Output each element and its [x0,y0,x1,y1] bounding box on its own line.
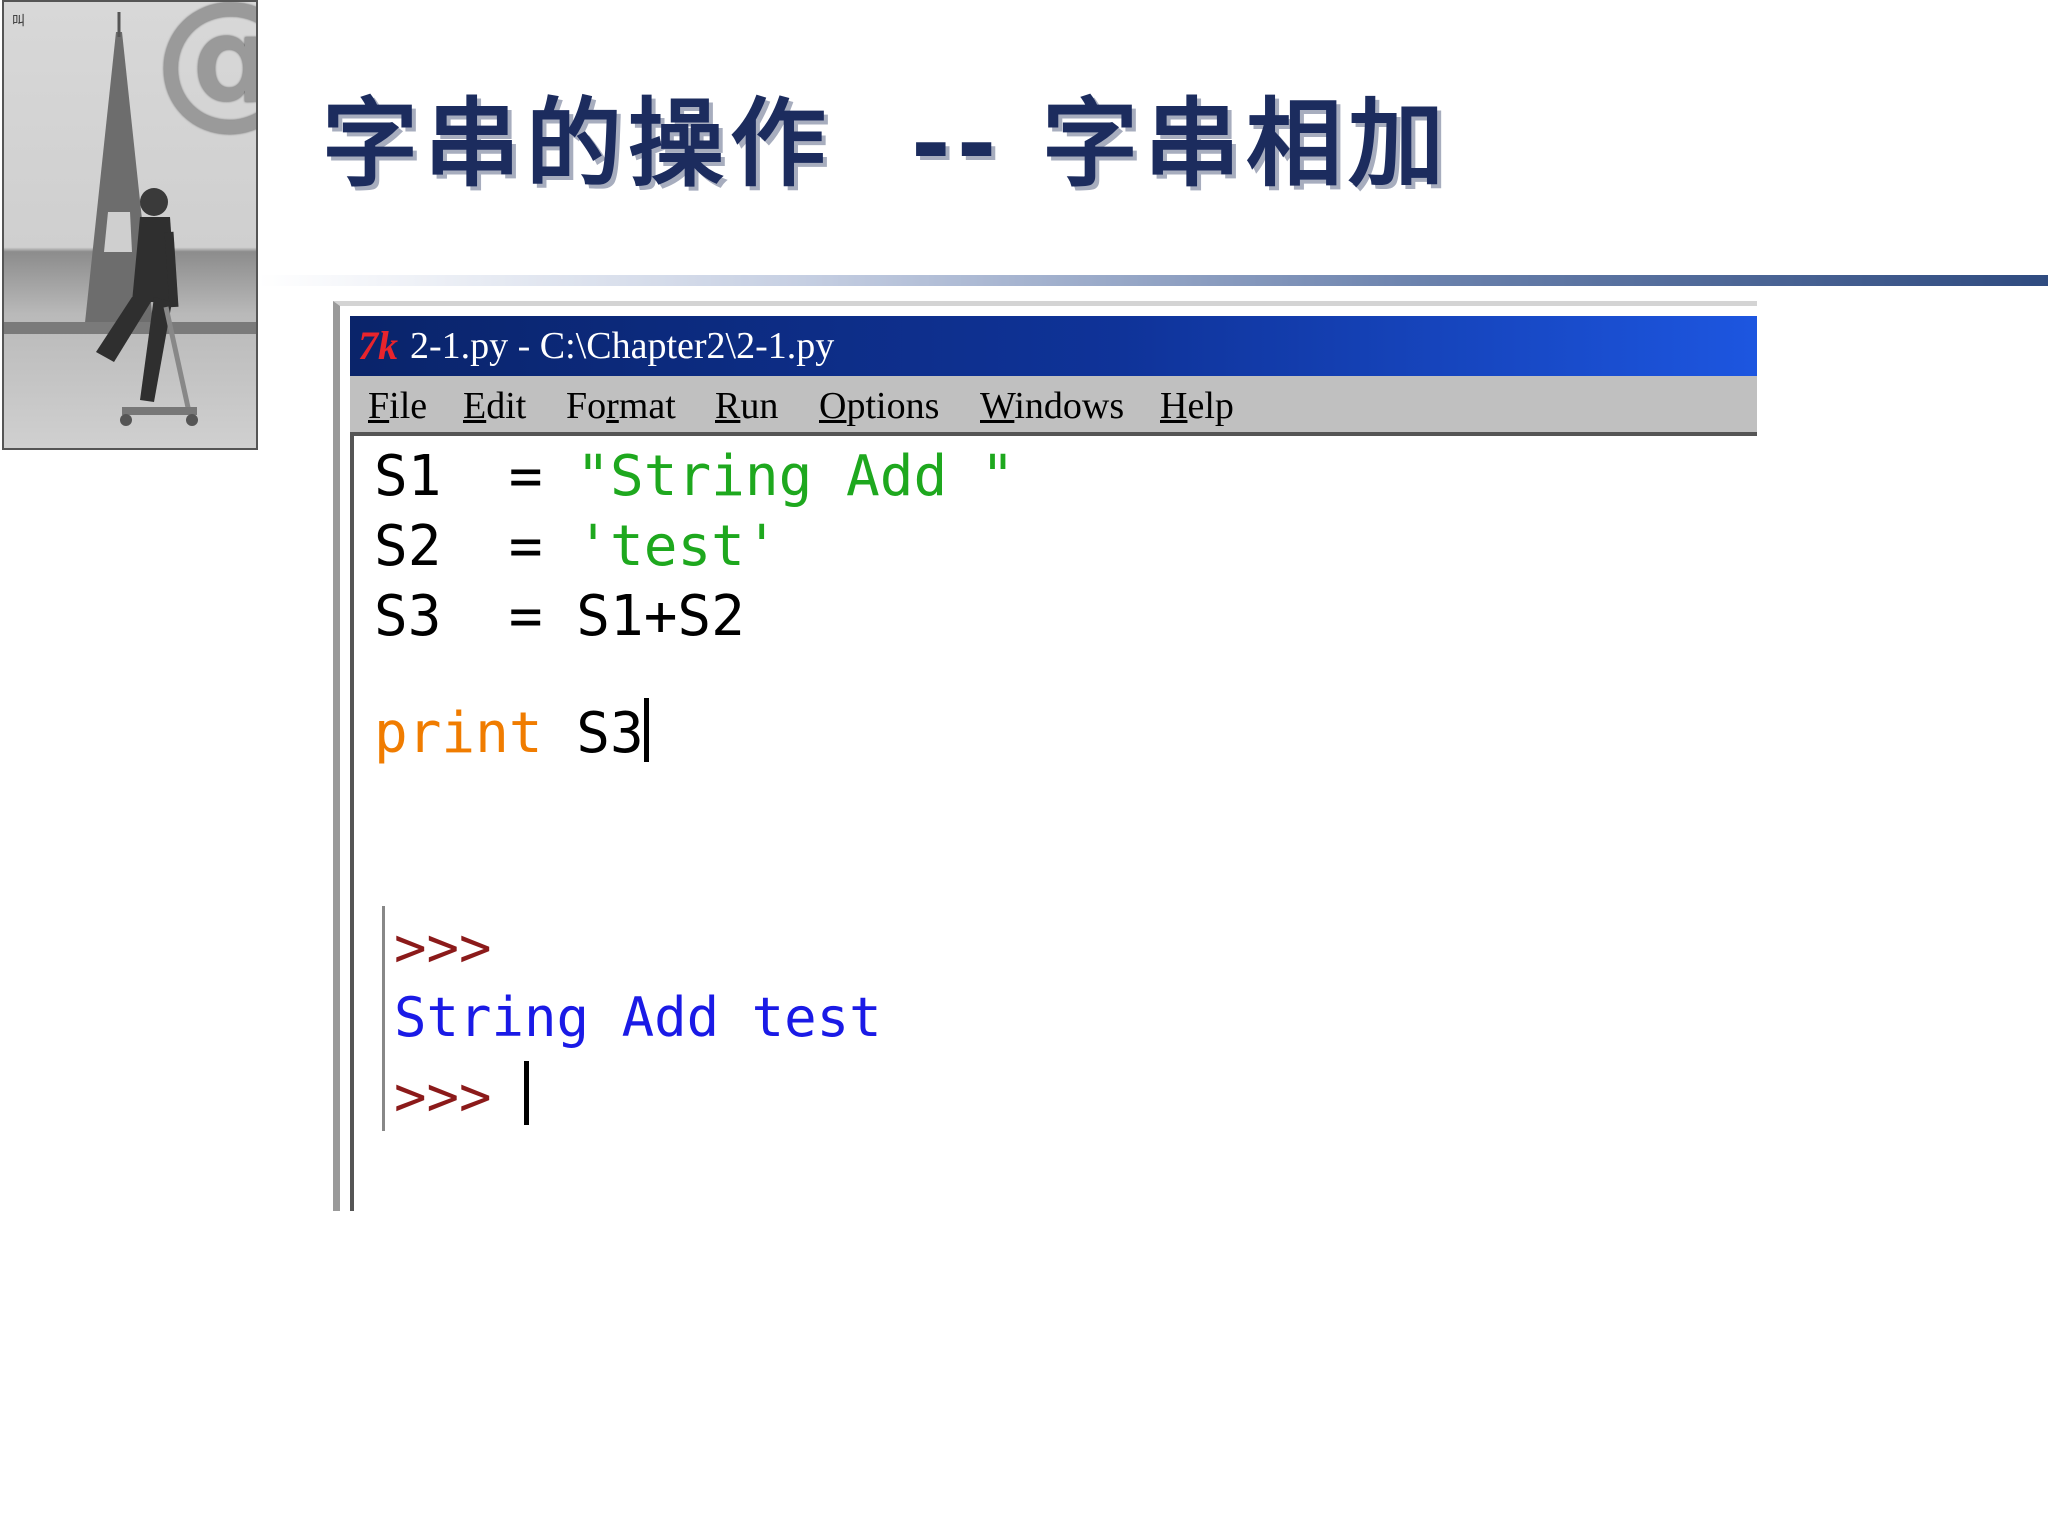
window-title-bar[interactable]: 7k 2-1.py - C:\Chapter2\2-1.py [350,316,1757,376]
code-line-print: print S3 [374,698,649,766]
shell-left-border [382,906,385,1131]
menu-edit[interactable]: Edit [463,384,526,428]
menu-windows[interactable]: Windows [980,384,1124,428]
at-icon: @ [154,2,256,132]
menu-run[interactable]: Run [715,384,778,428]
window-title: 2-1.py - C:\Chapter2\2-1.py [410,325,835,367]
menu-file[interactable]: File [368,384,427,428]
menu-options[interactable]: Options [819,384,939,428]
code-line-3: S3 = S1+S2 [374,584,745,649]
photo-tag: 叫 [12,14,26,29]
code-editor[interactable]: S1 = "String Add " S2 = 'test' S3 = S1+S… [350,436,1757,1211]
shell-prompt-active[interactable]: >>> [394,1061,530,1128]
shell-output: String Add test [394,986,882,1049]
menu-help[interactable]: Help [1160,384,1234,428]
menu-bar: File Edit Format Run Options Windows Hel… [350,376,1757,436]
title-divider [258,275,2048,286]
slide-title: 字串的操作 -- 字串相加 [322,88,1450,200]
idle-editor-window: 7k 2-1.py - C:\Chapter2\2-1.py File Edit… [333,301,1757,1211]
shell-cursor [524,1061,530,1125]
code-line-2: S2 = 'test' [374,514,779,579]
slide-photo: 叫 @ [2,0,258,450]
tk-icon[interactable]: 7k [358,316,408,376]
menu-format[interactable]: Format [566,384,676,428]
text-cursor [643,698,649,762]
shell-prompt: >>> [394,916,492,979]
code-line-1: S1 = "String Add " [374,444,1015,509]
